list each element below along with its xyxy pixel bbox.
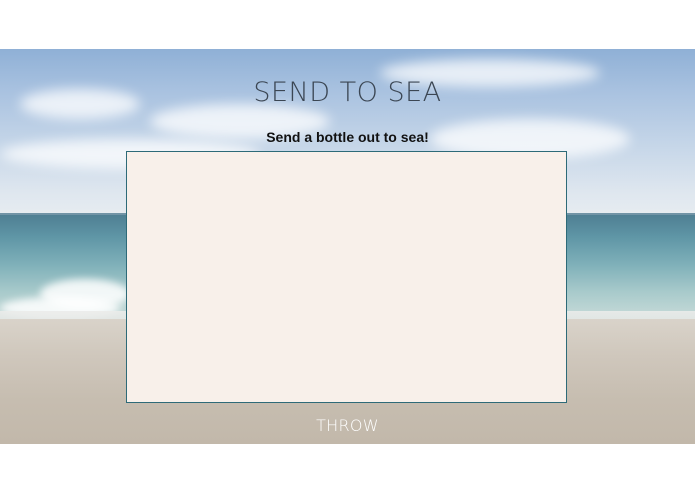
- throw-button[interactable]: THROW: [297, 413, 398, 437]
- beach-background: SEND TO SEA Send a bottle out to sea! TH…: [0, 49, 695, 444]
- page-subtitle: Send a bottle out to sea!: [266, 129, 429, 145]
- page-title: SEND TO SEA: [253, 77, 442, 108]
- message-textarea[interactable]: [126, 151, 567, 403]
